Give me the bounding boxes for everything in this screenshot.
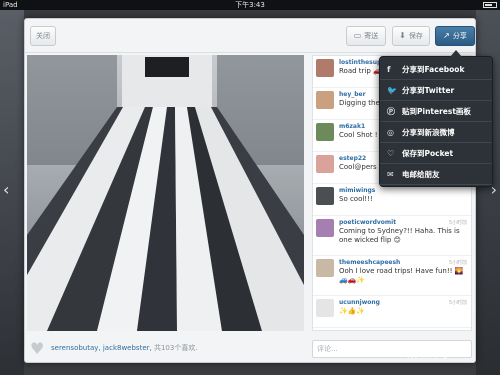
share-menu-label: 分享到Facebook: [402, 65, 465, 74]
comment-username[interactable]: themeeshcapeesh: [339, 259, 400, 266]
share-icon: ↗: [443, 31, 450, 40]
like-heart-icon[interactable]: ♥: [30, 341, 46, 357]
pinterest-icon: Ⓟ: [387, 107, 395, 116]
send-icon: ▭: [353, 31, 362, 40]
share-menu-item[interactable]: ✉ 电邮给朋友: [380, 164, 492, 185]
share-menu-label: 分享到Twitter: [402, 86, 455, 95]
share-menu-label: 分享到新浪微博: [402, 128, 455, 137]
comment-text: Coming to Sydney?!! Haha. This is one wi…: [339, 227, 460, 244]
close-label: 关闭: [36, 32, 50, 40]
avatar[interactable]: [316, 91, 334, 109]
close-button[interactable]: 关闭: [30, 26, 56, 46]
share-button[interactable]: ↗ 分享: [435, 26, 475, 46]
main-photo[interactable]: [27, 55, 304, 331]
facebook-icon: f: [387, 65, 391, 74]
share-menu-item[interactable]: 🐦 分享到Twitter: [380, 80, 492, 101]
comment-item: themeeshcapeesh 5小时前 Ooh I love road trips…: [313, 256, 471, 296]
liked-by-users[interactable]: serensobutay, jack8webster,: [51, 344, 152, 352]
twitter-icon: 🐦: [387, 86, 397, 95]
comment-item: mimiwings So cool!!!: [313, 184, 471, 216]
battery-icon: [481, 0, 497, 10]
share-menu-label: 贴到Pinterest画板: [402, 107, 471, 116]
share-menu-item[interactable]: ♡ 保存到Pocket: [380, 143, 492, 164]
comment-time: 5小时前: [448, 300, 467, 306]
comment-username[interactable]: lostinthesup: [339, 59, 381, 66]
pocket-icon: ♡: [387, 149, 395, 158]
status-bar: iPad 下午3:43: [0, 0, 500, 10]
clock: 下午3:43: [235, 1, 265, 9]
avatar[interactable]: [316, 219, 334, 237]
share-label: 分享: [452, 32, 467, 40]
comment-username[interactable]: mimiwings: [339, 187, 375, 194]
avatar[interactable]: [316, 123, 334, 141]
avatar[interactable]: [316, 155, 334, 173]
comment-username[interactable]: m6zak1: [339, 123, 365, 130]
comment-username[interactable]: estep22: [339, 155, 366, 162]
comment-time: 5小时前: [448, 260, 467, 266]
share-menu-label: 保存到Pocket: [402, 149, 454, 158]
avatar[interactable]: [316, 59, 334, 77]
comment-item: poeticwordvomit 5小时前 Coming to Sydney?!! H…: [313, 216, 471, 256]
send-button[interactable]: ▭ 寄送: [346, 26, 386, 46]
share-menu-item[interactable]: Ⓟ 贴到Pinterest画板: [380, 101, 492, 122]
share-menu-label: 电邮给朋友: [402, 170, 440, 179]
comment-text: Ooh I love road trips! Have fun!! 🌄🚙🚗✨: [339, 267, 464, 284]
send-label: 寄送: [364, 32, 379, 40]
comment-username[interactable]: ucunnjwong: [339, 299, 380, 306]
comment-username[interactable]: poeticwordvomit: [339, 219, 396, 226]
avatar[interactable]: [316, 299, 334, 317]
comment-text: ✨👍✨: [339, 307, 366, 315]
save-label: 保存: [408, 32, 423, 40]
download-icon: ⬇: [399, 31, 406, 40]
share-menu-item[interactable]: f 分享到Facebook: [380, 59, 492, 80]
comment-time: 5小时前: [448, 220, 467, 226]
likes-text: serensobutay, jack8webster, 共103个喜欢.: [51, 343, 198, 353]
comment-text: So cool!!!: [339, 195, 373, 203]
share-menu-item[interactable]: ◎ 分享到新浪微博: [380, 122, 492, 143]
mail-icon: ✉: [387, 170, 394, 179]
comment-item: cityzen635小时前✨👍✨: [313, 328, 471, 330]
weibo-icon: ◎: [387, 128, 394, 137]
share-menu: f 分享到Facebook 🐦 分享到Twitter Ⓟ 贴到Pinterest画板 ◎ 分享…: [379, 50, 493, 187]
comment-username[interactable]: hey_ber: [339, 91, 366, 98]
avatar[interactable]: [316, 259, 334, 277]
previous-arrow-icon[interactable]: ‹: [3, 180, 9, 199]
site-watermark: 城三网: [404, 345, 449, 361]
likes-count: 共103个喜欢.: [153, 344, 198, 352]
save-button[interactable]: ⬇ 保存: [392, 26, 430, 46]
comment-item: ucunnjwong 5小时前 ✨👍✨: [313, 296, 471, 328]
avatar[interactable]: [316, 187, 334, 205]
toolbar: 关闭 ▭ 寄送 ⬇ 保存 ↗ 分享: [25, 19, 475, 53]
